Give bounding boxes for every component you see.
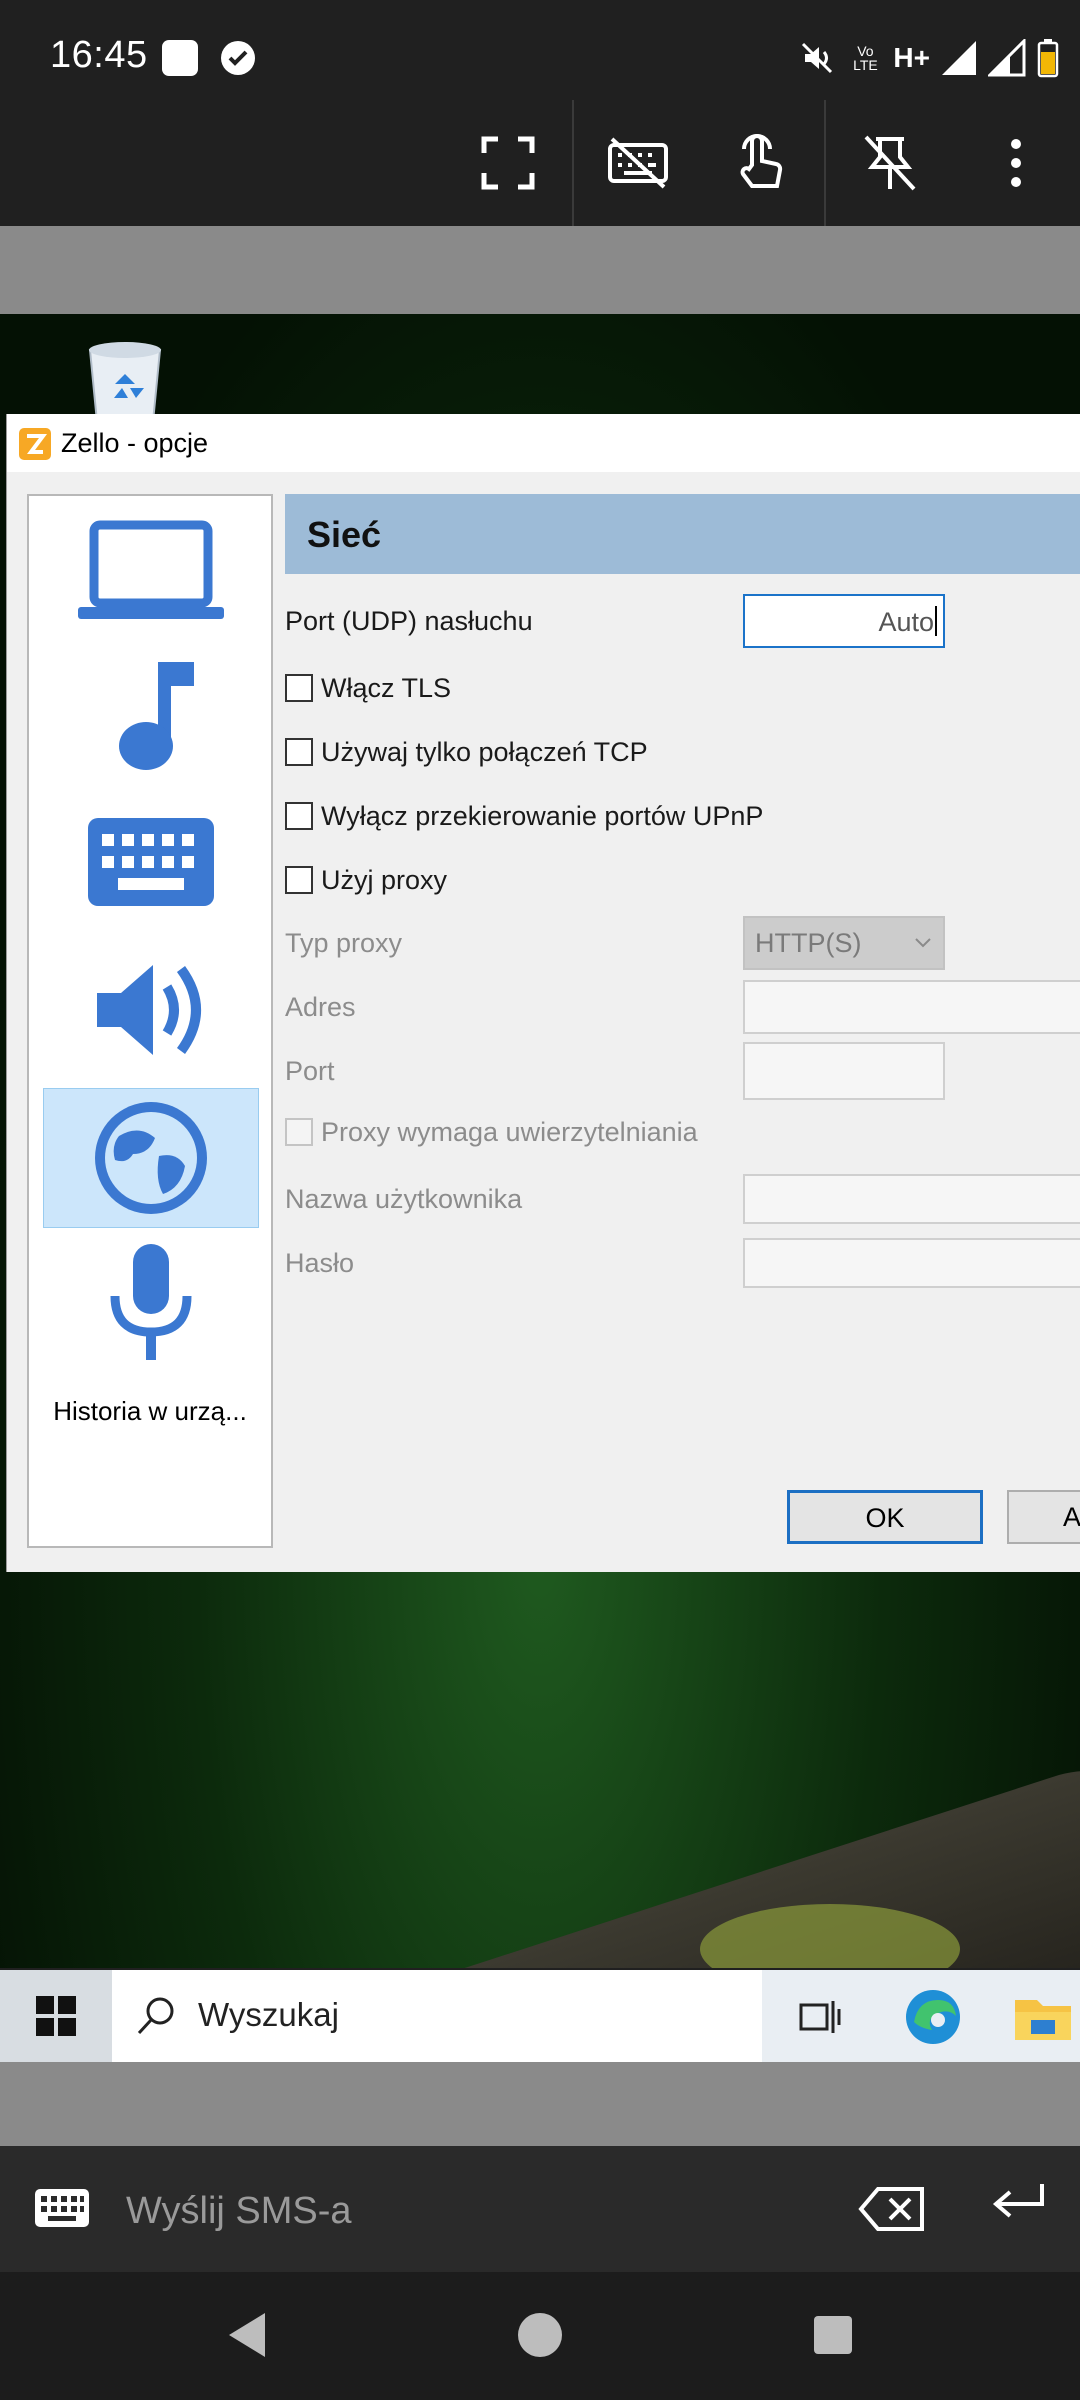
ok-button[interactable]: OK bbox=[787, 1490, 983, 1544]
check-circle-icon bbox=[221, 41, 255, 75]
start-button[interactable] bbox=[0, 1970, 112, 2062]
home-icon[interactable] bbox=[505, 2300, 575, 2370]
proxy-checkbox-row[interactable]: Użyj proxy bbox=[285, 860, 447, 900]
toolbar-divider bbox=[572, 100, 574, 226]
signal-icon-2 bbox=[988, 39, 1026, 77]
port-value: Auto bbox=[878, 607, 934, 637]
enter-icon[interactable] bbox=[988, 2180, 1046, 2236]
sidebar-item-audio[interactable] bbox=[43, 940, 259, 1080]
status-bar: 16:45 Vo LTE H+ bbox=[0, 0, 1080, 115]
proxy-label: Użyj proxy bbox=[321, 864, 448, 895]
signal-icon bbox=[942, 41, 976, 75]
battery-icon bbox=[1037, 39, 1059, 78]
proxy-auth-checkbox[interactable] bbox=[285, 1118, 313, 1146]
mute-icon bbox=[802, 42, 833, 74]
touch-mode-icon[interactable] bbox=[710, 100, 810, 226]
keyboard-off-icon[interactable] bbox=[588, 100, 688, 226]
android-nav-bar bbox=[0, 2272, 1080, 2400]
globe-icon bbox=[95, 1102, 207, 1214]
port-input[interactable]: Auto bbox=[743, 594, 945, 648]
tls-checkbox-row[interactable]: Włącz TLS bbox=[285, 668, 451, 708]
text-caret bbox=[935, 606, 937, 636]
toolbar-divider-2 bbox=[824, 100, 826, 226]
search-icon bbox=[137, 1997, 174, 2035]
port-label: Port (UDP) nasłuchu bbox=[285, 606, 533, 636]
windows-start-icon bbox=[36, 1996, 76, 2036]
address-label: Adres bbox=[285, 992, 356, 1022]
cancel-button[interactable]: A bbox=[1007, 1490, 1080, 1544]
file-explorer-icon[interactable] bbox=[1010, 1984, 1076, 2050]
proxy-auth-checkbox-row[interactable]: Proxy wymaga uwierzytelniania bbox=[285, 1112, 698, 1152]
address-field[interactable] bbox=[743, 980, 1080, 1034]
laptop-icon bbox=[78, 520, 224, 619]
backspace-icon[interactable] bbox=[858, 2186, 926, 2232]
zello-options-dialog: Zello - opcje Historia w urzą... Sieć Po… bbox=[6, 414, 1080, 1572]
upnp-checkbox[interactable] bbox=[285, 802, 313, 830]
password-field[interactable] bbox=[743, 1238, 1080, 1288]
upnp-label: Wyłącz przekierowanie portów UPnP bbox=[321, 800, 764, 831]
speaker-icon bbox=[97, 965, 201, 1055]
sidebar-item-sounds[interactable] bbox=[43, 646, 259, 786]
sms-input-bar: Wyślij SMS-a bbox=[0, 2146, 1080, 2272]
section-header: Sieć bbox=[285, 494, 1080, 574]
sidebar-item-general[interactable] bbox=[43, 502, 259, 642]
proxy-port-field[interactable] bbox=[743, 1042, 945, 1100]
status-right-icons: Vo LTE H+ bbox=[797, 30, 1060, 86]
sms-input[interactable]: Wyślij SMS-a bbox=[126, 2190, 352, 2233]
music-note-icon bbox=[119, 662, 194, 770]
sidebar-item-hotkeys[interactable] bbox=[43, 792, 259, 932]
proxy-type-label: Typ proxy bbox=[285, 928, 403, 958]
sidebar-item-microphone[interactable] bbox=[43, 1232, 259, 1372]
username-field[interactable] bbox=[743, 1174, 1080, 1224]
sidebar-item-network[interactable] bbox=[43, 1088, 259, 1228]
volte-label: Vo LTE bbox=[853, 43, 878, 73]
dialog-title: Zello - opcje bbox=[61, 428, 209, 458]
tcp-checkbox[interactable] bbox=[285, 738, 313, 766]
tls-checkbox[interactable] bbox=[285, 674, 313, 702]
search-placeholder: Wyszukaj bbox=[198, 1996, 339, 2033]
tls-label: Włącz TLS bbox=[321, 672, 452, 703]
proxy-checkbox[interactable] bbox=[285, 866, 313, 894]
taskbar-search[interactable]: Wyszukaj bbox=[112, 1970, 762, 2062]
fullscreen-icon[interactable] bbox=[458, 100, 558, 226]
windows-taskbar: Wyszukaj bbox=[0, 1970, 1080, 2062]
more-vert-icon[interactable] bbox=[966, 100, 1066, 226]
section-title: Sieć bbox=[307, 514, 382, 555]
edge-icon[interactable] bbox=[900, 1984, 966, 2050]
username-label: Nazwa użytkownika bbox=[285, 1184, 523, 1214]
password-label: Hasło bbox=[285, 1248, 355, 1278]
sidebar-item-history[interactable]: Historia w urzą... bbox=[29, 1396, 271, 1427]
proxy-type-value: HTTP(S) bbox=[755, 928, 862, 958]
keyboard-icon[interactable] bbox=[34, 2188, 90, 2228]
proxy-type-select[interactable]: HTTP(S) bbox=[743, 916, 945, 970]
dialog-titlebar[interactable]: Zello - opcje bbox=[7, 414, 1080, 472]
notification-app-icon bbox=[162, 40, 198, 76]
tcp-label: Używaj tylko połączeń TCP bbox=[321, 736, 648, 767]
status-time: 16:45 bbox=[50, 34, 148, 76]
chevron-down-icon bbox=[915, 938, 931, 948]
tcp-checkbox-row[interactable]: Używaj tylko połączeń TCP bbox=[285, 732, 648, 772]
network-type: H+ bbox=[893, 42, 930, 73]
recents-icon[interactable] bbox=[798, 2300, 868, 2370]
port2-label: Port bbox=[285, 1056, 335, 1086]
microphone-icon bbox=[110, 1244, 192, 1360]
back-icon[interactable] bbox=[212, 2300, 282, 2370]
keyboard-icon bbox=[88, 818, 214, 906]
remote-border-bottom bbox=[0, 2062, 1080, 2146]
zello-logo-icon bbox=[19, 428, 51, 460]
pin-off-icon[interactable] bbox=[840, 100, 940, 226]
proxy-auth-label: Proxy wymaga uwierzytelniania bbox=[321, 1116, 698, 1147]
upnp-checkbox-row[interactable]: Wyłącz przekierowanie portów UPnP bbox=[285, 796, 763, 836]
task-view-icon[interactable] bbox=[786, 1984, 852, 2050]
options-sidebar: Historia w urzą... bbox=[27, 494, 273, 1548]
remote-border-top bbox=[0, 226, 1080, 314]
